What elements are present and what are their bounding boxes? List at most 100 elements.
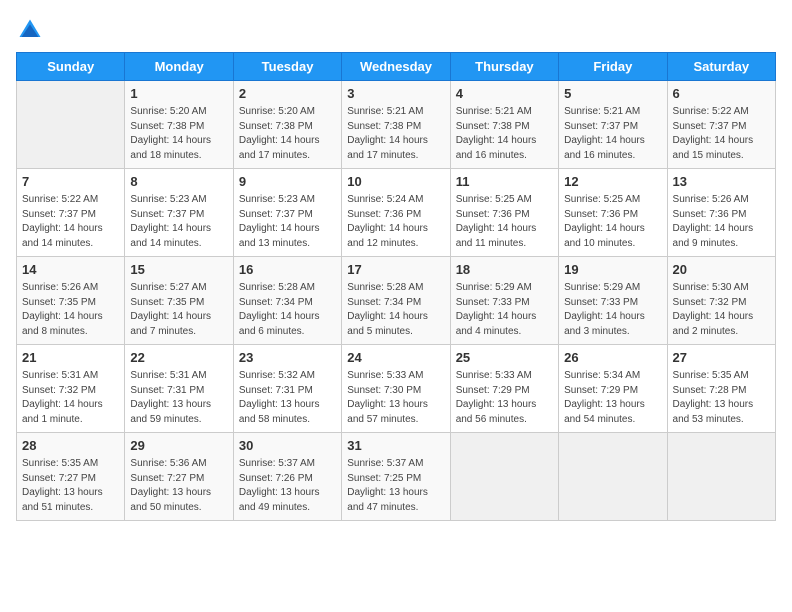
calendar-cell: 3Sunrise: 5:21 AM Sunset: 7:38 PM Daylig…	[342, 81, 450, 169]
cell-content: Sunrise: 5:24 AM Sunset: 7:36 PM Dayligh…	[347, 193, 444, 251]
cell-content: Sunrise: 5:23 AM Sunset: 7:37 PM Dayligh…	[239, 193, 336, 251]
calendar-cell: 25 Sunrise: 5:33 AM Sunset: 7:29 PM Dayli…	[450, 345, 558, 433]
day-number: 17	[347, 261, 444, 279]
logo-icon	[16, 16, 44, 44]
weekday-header-tuesday: Tuesday	[233, 53, 341, 81]
calendar-cell: 10 Sunrise: 5:24 AM Sunset: 7:36 PM Dayli…	[342, 169, 450, 257]
calendar-cell: 28 Sunrise: 5:35 AM Sunset: 7:27 PM Dayli…	[17, 433, 125, 521]
weekday-header-monday: Monday	[125, 53, 233, 81]
day-number: 14	[22, 261, 119, 279]
day-number: 7	[22, 173, 119, 191]
calendar-cell: 6 Sunrise: 5:22 AM Sunset: 7:37 PM Daylig…	[667, 81, 775, 169]
weekday-header-thursday: Thursday	[450, 53, 558, 81]
calendar-cell: 11 Sunrise: 5:25 AM Sunset: 7:36 PM Dayli…	[450, 169, 558, 257]
calendar-cell: 5 Sunrise: 5:21 AM Sunset: 7:37 PM Daylig…	[559, 81, 667, 169]
day-number: 10	[347, 173, 444, 191]
calendar-body: 1 Sunrise: 5:20 AM Sunset: 7:38 PM Daylig…	[17, 81, 776, 521]
cell-content: Sunrise: 5:26 AM Sunset: 7:36 PM Dayligh…	[673, 193, 770, 251]
calendar-cell: 20 Sunrise: 5:30 AM Sunset: 7:32 PM Dayli…	[667, 257, 775, 345]
day-number: 19	[564, 261, 661, 279]
cell-content: Sunrise: 5:31 AM Sunset: 7:31 PM Dayligh…	[130, 369, 227, 427]
cell-content: Sunrise: 5:20 AM Sunset: 7:38 PM Dayligh…	[130, 105, 227, 163]
weekday-header-sunday: Sunday	[17, 53, 125, 81]
day-number: 25	[456, 349, 553, 367]
weekday-header-friday: Friday	[559, 53, 667, 81]
day-number: 20	[673, 261, 770, 279]
calendar-cell: 8Sunrise: 5:23 AM Sunset: 7:37 PM Daylig…	[125, 169, 233, 257]
calendar-cell	[559, 433, 667, 521]
calendar-week-4: 21 Sunrise: 5:31 AM Sunset: 7:32 PM Dayli…	[17, 345, 776, 433]
day-number: 27	[673, 349, 770, 367]
calendar-cell: 30Sunrise: 5:37 AM Sunset: 7:26 PM Dayli…	[233, 433, 341, 521]
weekday-header-row: SundayMondayTuesdayWednesdayThursdayFrid…	[17, 53, 776, 81]
day-number: 18	[456, 261, 553, 279]
calendar-cell: 15 Sunrise: 5:27 AM Sunset: 7:35 PM Dayli…	[125, 257, 233, 345]
cell-content: Sunrise: 5:35 AM Sunset: 7:27 PM Dayligh…	[22, 457, 119, 515]
day-number: 11	[456, 173, 553, 191]
calendar-cell: 22 Sunrise: 5:31 AM Sunset: 7:31 PM Dayli…	[125, 345, 233, 433]
cell-content: Sunrise: 5:23 AM Sunset: 7:37 PM Dayligh…	[130, 193, 227, 251]
cell-content: Sunrise: 5:29 AM Sunset: 7:33 PM Dayligh…	[456, 281, 553, 339]
cell-content: Sunrise: 5:21 AM Sunset: 7:38 PM Dayligh…	[347, 105, 444, 163]
day-number: 5	[564, 85, 661, 103]
day-number: 15	[130, 261, 227, 279]
calendar-week-5: 28 Sunrise: 5:35 AM Sunset: 7:27 PM Dayli…	[17, 433, 776, 521]
cell-content: Sunrise: 5:30 AM Sunset: 7:32 PM Dayligh…	[673, 281, 770, 339]
cell-content: Sunrise: 5:22 AM Sunset: 7:37 PM Dayligh…	[22, 193, 119, 251]
weekday-header-saturday: Saturday	[667, 53, 775, 81]
day-number: 30	[239, 437, 336, 455]
day-number: 1	[130, 85, 227, 103]
calendar-cell: 21 Sunrise: 5:31 AM Sunset: 7:32 PM Dayli…	[17, 345, 125, 433]
day-number: 26	[564, 349, 661, 367]
calendar-cell: 19 Sunrise: 5:29 AM Sunset: 7:33 PM Dayli…	[559, 257, 667, 345]
cell-content: Sunrise: 5:28 AM Sunset: 7:34 PM Dayligh…	[347, 281, 444, 339]
calendar-week-3: 14Sunrise: 5:26 AM Sunset: 7:35 PM Dayli…	[17, 257, 776, 345]
calendar-cell	[450, 433, 558, 521]
day-number: 31	[347, 437, 444, 455]
logo	[16, 16, 48, 44]
day-number: 12	[564, 173, 661, 191]
day-number: 23	[239, 349, 336, 367]
cell-content: Sunrise: 5:37 AM Sunset: 7:25 PM Dayligh…	[347, 457, 444, 515]
calendar-cell: 29Sunrise: 5:36 AM Sunset: 7:27 PM Dayli…	[125, 433, 233, 521]
calendar-cell: 18 Sunrise: 5:29 AM Sunset: 7:33 PM Dayli…	[450, 257, 558, 345]
calendar-cell: 31 Sunrise: 5:37 AM Sunset: 7:25 PM Dayli…	[342, 433, 450, 521]
day-number: 13	[673, 173, 770, 191]
calendar-cell	[667, 433, 775, 521]
cell-content: Sunrise: 5:25 AM Sunset: 7:36 PM Dayligh…	[456, 193, 553, 251]
calendar-cell: 9Sunrise: 5:23 AM Sunset: 7:37 PM Daylig…	[233, 169, 341, 257]
calendar-table: SundayMondayTuesdayWednesdayThursdayFrid…	[16, 52, 776, 521]
cell-content: Sunrise: 5:35 AM Sunset: 7:28 PM Dayligh…	[673, 369, 770, 427]
day-number: 6	[673, 85, 770, 103]
cell-content: Sunrise: 5:21 AM Sunset: 7:38 PM Dayligh…	[456, 105, 553, 163]
calendar-cell: 7 Sunrise: 5:22 AM Sunset: 7:37 PM Daylig…	[17, 169, 125, 257]
cell-content: Sunrise: 5:25 AM Sunset: 7:36 PM Dayligh…	[564, 193, 661, 251]
calendar-cell: 14Sunrise: 5:26 AM Sunset: 7:35 PM Dayli…	[17, 257, 125, 345]
calendar-cell: 2Sunrise: 5:20 AM Sunset: 7:38 PM Daylig…	[233, 81, 341, 169]
calendar-header: SundayMondayTuesdayWednesdayThursdayFrid…	[17, 53, 776, 81]
cell-content: Sunrise: 5:27 AM Sunset: 7:35 PM Dayligh…	[130, 281, 227, 339]
calendar-cell: 23 Sunrise: 5:32 AM Sunset: 7:31 PM Dayli…	[233, 345, 341, 433]
cell-content: Sunrise: 5:21 AM Sunset: 7:37 PM Dayligh…	[564, 105, 661, 163]
cell-content: Sunrise: 5:28 AM Sunset: 7:34 PM Dayligh…	[239, 281, 336, 339]
calendar-cell: 1 Sunrise: 5:20 AM Sunset: 7:38 PM Daylig…	[125, 81, 233, 169]
cell-content: Sunrise: 5:34 AM Sunset: 7:29 PM Dayligh…	[564, 369, 661, 427]
day-number: 28	[22, 437, 119, 455]
cell-content: Sunrise: 5:33 AM Sunset: 7:30 PM Dayligh…	[347, 369, 444, 427]
cell-content: Sunrise: 5:32 AM Sunset: 7:31 PM Dayligh…	[239, 369, 336, 427]
day-number: 22	[130, 349, 227, 367]
calendar-cell: 13 Sunrise: 5:26 AM Sunset: 7:36 PM Dayli…	[667, 169, 775, 257]
calendar-cell: 24Sunrise: 5:33 AM Sunset: 7:30 PM Dayli…	[342, 345, 450, 433]
cell-content: Sunrise: 5:31 AM Sunset: 7:32 PM Dayligh…	[22, 369, 119, 427]
cell-content: Sunrise: 5:36 AM Sunset: 7:27 PM Dayligh…	[130, 457, 227, 515]
calendar-cell: 16 Sunrise: 5:28 AM Sunset: 7:34 PM Dayli…	[233, 257, 341, 345]
cell-content: Sunrise: 5:33 AM Sunset: 7:29 PM Dayligh…	[456, 369, 553, 427]
cell-content: Sunrise: 5:29 AM Sunset: 7:33 PM Dayligh…	[564, 281, 661, 339]
day-number: 4	[456, 85, 553, 103]
cell-content: Sunrise: 5:22 AM Sunset: 7:37 PM Dayligh…	[673, 105, 770, 163]
calendar-cell: 4 Sunrise: 5:21 AM Sunset: 7:38 PM Daylig…	[450, 81, 558, 169]
day-number: 16	[239, 261, 336, 279]
day-number: 21	[22, 349, 119, 367]
calendar-cell: 27 Sunrise: 5:35 AM Sunset: 7:28 PM Dayli…	[667, 345, 775, 433]
cell-content: Sunrise: 5:20 AM Sunset: 7:38 PM Dayligh…	[239, 105, 336, 163]
